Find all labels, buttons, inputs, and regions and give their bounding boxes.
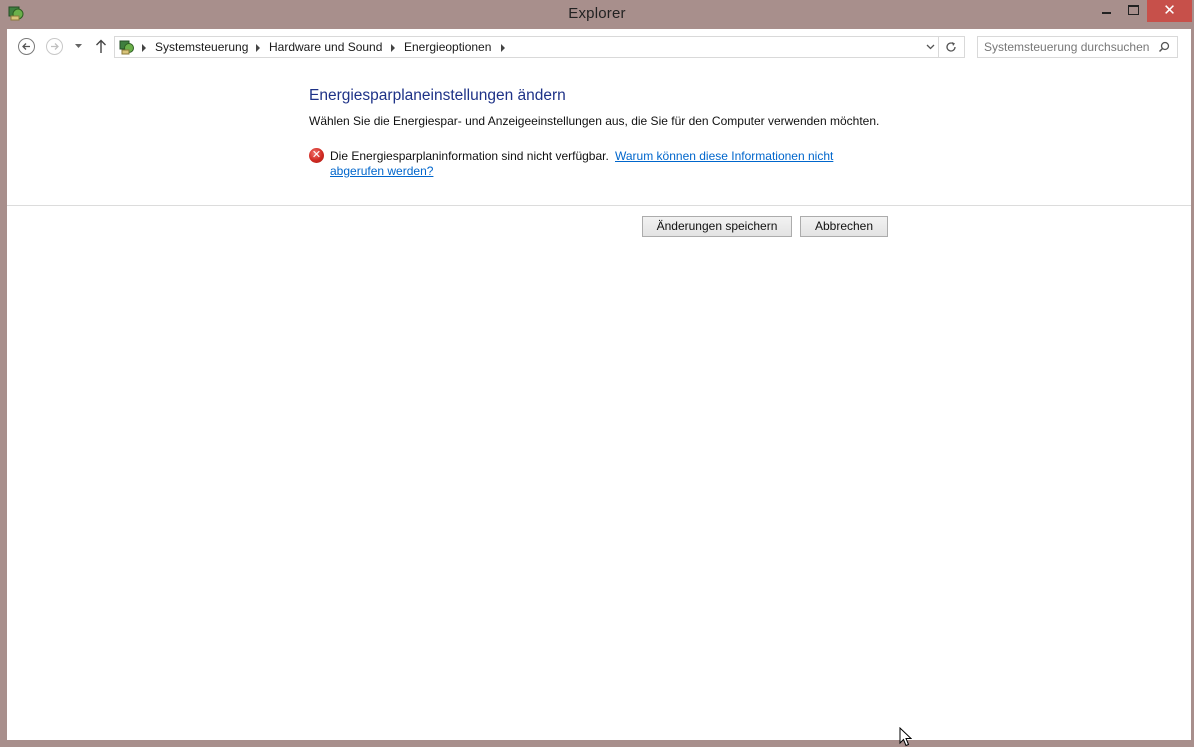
forward-button[interactable] bbox=[46, 38, 63, 55]
breadcrumb-separator-icon[interactable] bbox=[391, 44, 395, 52]
chevron-down-icon[interactable] bbox=[926, 42, 935, 51]
close-icon: ✕ bbox=[1163, 2, 1176, 19]
window-content: Systemsteuerung Hardware und Sound Energ… bbox=[7, 29, 1191, 740]
divider bbox=[7, 205, 1191, 206]
address-bar[interactable]: Systemsteuerung Hardware und Sound Energ… bbox=[114, 36, 939, 58]
error-help-link[interactable]: Warum können diese Informationen nicht a… bbox=[330, 149, 833, 178]
title-bar: Explorer ✕ bbox=[0, 0, 1194, 28]
back-arrow-icon bbox=[22, 43, 30, 50]
breadcrumb-separator-icon[interactable] bbox=[501, 44, 505, 52]
error-icon: ✕ bbox=[309, 148, 324, 163]
back-button[interactable] bbox=[18, 38, 35, 55]
mouse-cursor-icon bbox=[899, 727, 912, 747]
refresh-button[interactable] bbox=[939, 36, 965, 58]
minimize-icon bbox=[1102, 12, 1111, 14]
navigation-bar: Systemsteuerung Hardware und Sound Energ… bbox=[7, 29, 1191, 66]
breadcrumb-systemsteuerung[interactable]: Systemsteuerung bbox=[155, 40, 248, 54]
maximize-icon bbox=[1128, 5, 1139, 15]
page-title: Energiesparplaneinstellungen ändern bbox=[309, 87, 566, 104]
error-help-link-block: Warum können diese Informationen nicht a… bbox=[330, 149, 860, 179]
breadcrumb-separator-icon[interactable] bbox=[142, 44, 146, 52]
forward-arrow-icon bbox=[51, 43, 59, 50]
save-changes-button[interactable]: Änderungen speichern bbox=[642, 216, 792, 237]
search-input[interactable] bbox=[984, 39, 1154, 55]
page-description: Wählen Sie die Energiespar- und Anzeigee… bbox=[309, 114, 880, 128]
minimize-button[interactable] bbox=[1094, 0, 1120, 22]
maximize-button[interactable] bbox=[1120, 0, 1146, 22]
cancel-button[interactable]: Abbrechen bbox=[800, 216, 888, 237]
up-arrow-icon[interactable] bbox=[95, 39, 107, 54]
search-box[interactable] bbox=[977, 36, 1178, 58]
search-icon[interactable] bbox=[1158, 41, 1170, 53]
recent-locations-icon[interactable] bbox=[74, 43, 83, 49]
close-button[interactable]: ✕ bbox=[1147, 0, 1192, 22]
breadcrumb-energieoptionen[interactable]: Energieoptionen bbox=[404, 40, 491, 54]
window-title: Explorer bbox=[568, 5, 626, 22]
control-panel-icon bbox=[119, 40, 134, 55]
breadcrumb-hardware-und-sound[interactable]: Hardware und Sound bbox=[269, 40, 382, 54]
breadcrumb-separator-icon[interactable] bbox=[256, 44, 260, 52]
refresh-icon bbox=[946, 42, 956, 52]
